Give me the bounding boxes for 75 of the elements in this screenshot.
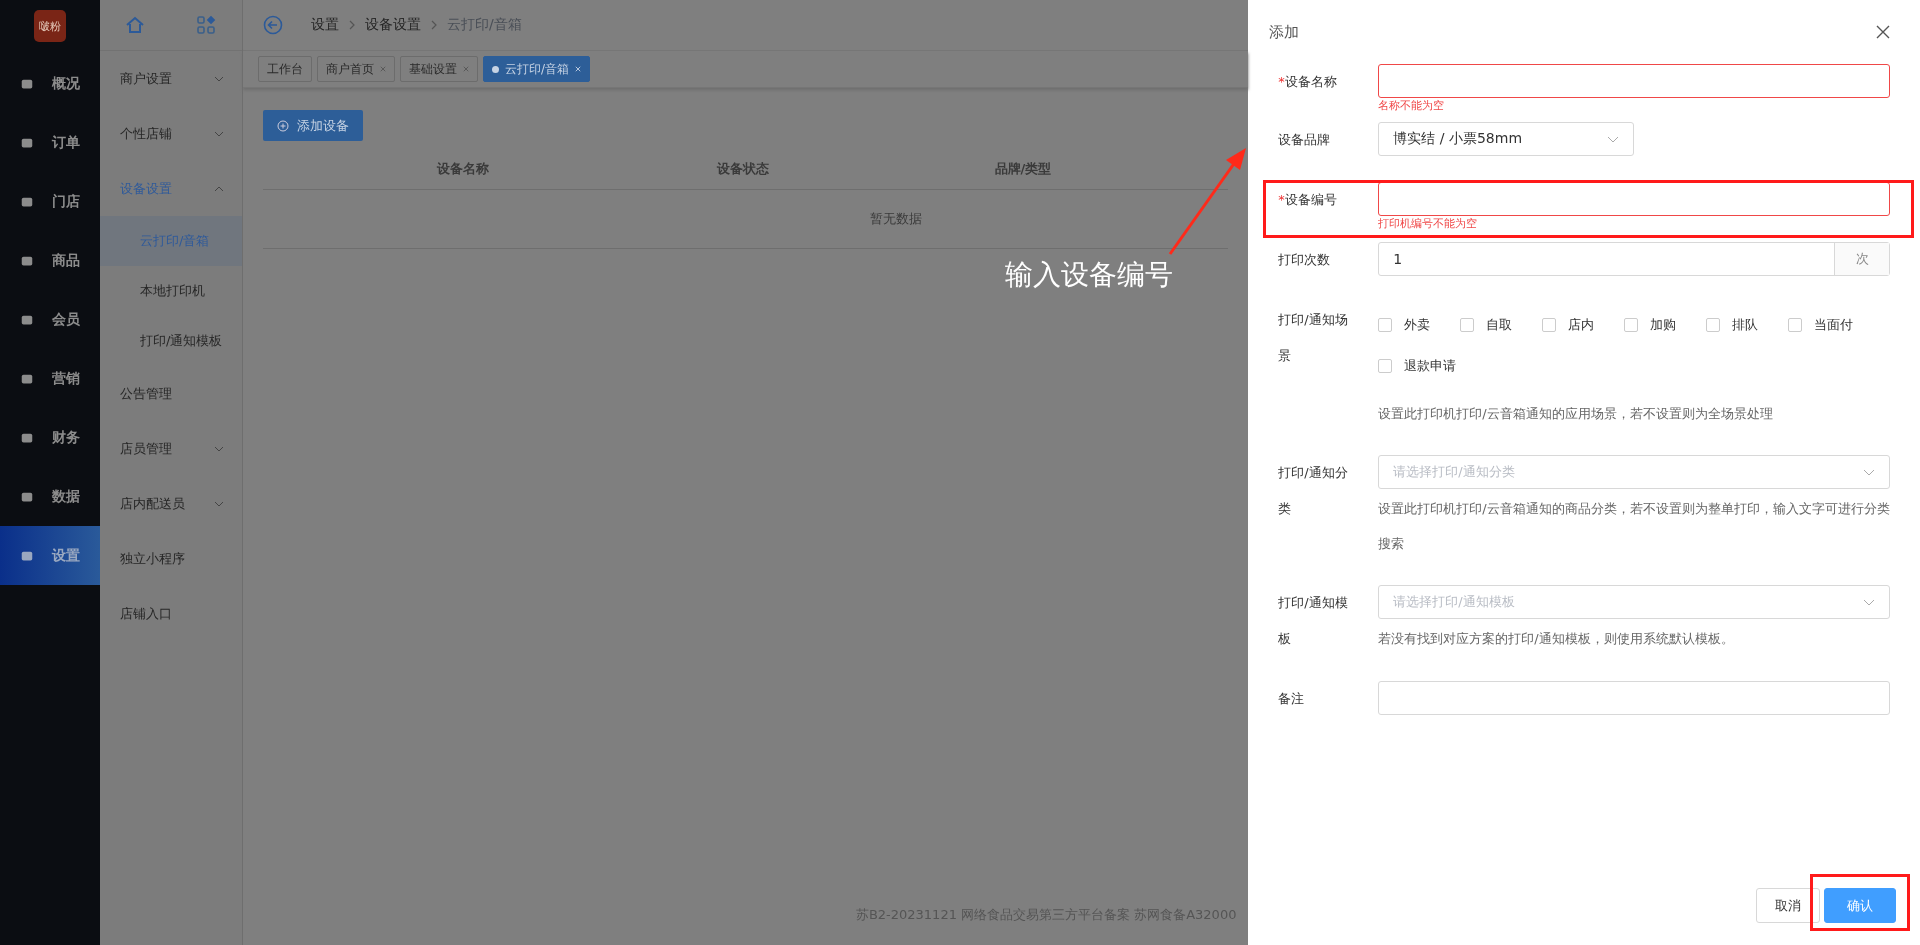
submenu-item[interactable]: 个性店铺 — [99, 106, 242, 161]
logo: 啵粉 — [33, 10, 66, 42]
hint-text: 设置此打印机打印/云音箱通知的应用场景，若不设置则为全场景处理 — [1378, 405, 1774, 423]
checkbox[interactable]: 当面付 — [1788, 304, 1854, 345]
submenu-subitem[interactable]: 本地打印机 — [99, 266, 242, 316]
empty-message: 暂无数据 — [869, 210, 922, 228]
submenu-item[interactable]: 店铺入口 — [99, 586, 242, 641]
sidebar-item[interactable]: 数据 — [0, 467, 100, 526]
dot-icon — [491, 65, 499, 73]
chevron-icon — [213, 75, 224, 82]
error-message: 名称不能为空 — [1378, 98, 1445, 113]
annotation-text: 输入设备编号 — [1004, 257, 1173, 293]
dropdown-field[interactable]: 请选择打印/通知分类 — [1378, 455, 1890, 489]
field-label: *设备编号 — [1278, 191, 1338, 209]
submenu-item[interactable]: 店内配送员 — [99, 476, 242, 531]
checkbox[interactable]: 排队 — [1706, 304, 1759, 345]
breadcrumb-item[interactable]: 设置 — [310, 16, 339, 34]
field-label: 备注 — [1278, 690, 1306, 708]
drawer-title: 添加 — [1269, 22, 1300, 42]
sidebar-item[interactable]: 订单 — [0, 113, 100, 172]
text-input-field[interactable] — [1378, 64, 1890, 98]
home-icon[interactable] — [125, 15, 146, 35]
dropdown-field[interactable]: 请选择打印/通知模板 — [1378, 585, 1890, 619]
tab[interactable]: 商户首页 — [316, 56, 395, 82]
plus-circle-icon — [276, 119, 289, 132]
sidebar-item[interactable]: 概况 — [0, 54, 100, 113]
chevron-icon — [213, 500, 224, 507]
error-message: 打印机编号不能为空 — [1378, 216, 1478, 231]
sidebar-item[interactable]: 财务 — [0, 408, 100, 467]
chevron-right-icon — [430, 20, 437, 30]
chevron-icon — [1863, 468, 1875, 476]
column-header: 设备名称 — [435, 160, 490, 178]
hint-text: 设置此打印机打印/云音箱通知的商品分类，若不设置则为整单打印，输入文字可进行分类搜索 — [1378, 500, 1890, 553]
submenu-item[interactable]: 公告管理 — [99, 366, 242, 421]
column-header: 设备状态 — [715, 160, 770, 178]
checkbox[interactable]: 外卖 — [1378, 304, 1431, 345]
field-label: *设备名称 — [1278, 73, 1338, 91]
field-label: 打印/通知分类 — [1278, 464, 1349, 518]
checkbox[interactable]: 店内 — [1542, 304, 1595, 345]
submenu-subitem[interactable]: 打印/通知模板 — [99, 316, 242, 366]
chevron-icon — [1607, 135, 1620, 143]
sidebar-item[interactable]: 营销 — [0, 349, 100, 408]
field-label: 打印/通知模板 — [1278, 594, 1349, 648]
cancel-button[interactable]: 取消 — [1756, 888, 1820, 923]
chevron-icon — [1863, 598, 1875, 606]
sidebar-item[interactable]: 门店 — [0, 172, 100, 231]
text-input-field[interactable] — [1378, 182, 1890, 216]
breadcrumb-item[interactable]: 设备设置 — [364, 16, 421, 34]
chevron-icon — [213, 445, 224, 452]
checkbox[interactable]: 自取 — [1460, 304, 1513, 345]
tab[interactable]: 云打印/音箱 — [482, 56, 590, 82]
chevron-icon — [213, 130, 224, 137]
submenu-item[interactable]: 商户设置 — [99, 51, 242, 106]
field-label: 打印次数 — [1278, 251, 1332, 269]
submenu-item[interactable]: 店员管理 — [99, 421, 242, 476]
apps-grid-icon[interactable] — [196, 15, 217, 35]
sidebar-item[interactable]: 商品 — [0, 231, 100, 290]
field-label: 设备品牌 — [1278, 131, 1332, 149]
sidebar-item[interactable]: 会员 — [0, 290, 100, 349]
add-device-button[interactable]: 添加设备 — [262, 110, 363, 141]
close-icon[interactable] — [1876, 25, 1890, 39]
hint-text: 若没有找到对应方案的打印/通知模板，则使用系统默认模板。 — [1378, 630, 1735, 648]
submenu-item[interactable]: 独立小程序 — [99, 531, 242, 586]
field-label: 打印/通知场景 — [1278, 311, 1349, 365]
dropdown-field[interactable]: 博实结 / 小票58mm — [1378, 122, 1635, 156]
sidebar-item[interactable]: 设置 — [0, 526, 100, 585]
chevron-icon — [213, 185, 224, 192]
tab[interactable]: 工作台 — [257, 56, 312, 82]
number-input-field[interactable]: 1 次 — [1378, 242, 1890, 276]
tab[interactable]: 基础设置 — [399, 56, 478, 82]
checkbox[interactable]: 加购 — [1624, 304, 1677, 345]
checkbox[interactable]: 退款申请 — [1378, 345, 1457, 386]
confirm-button[interactable]: 确认 — [1824, 888, 1896, 923]
chevron-right-icon — [348, 20, 355, 30]
column-header: 品牌/类型 — [993, 160, 1053, 178]
